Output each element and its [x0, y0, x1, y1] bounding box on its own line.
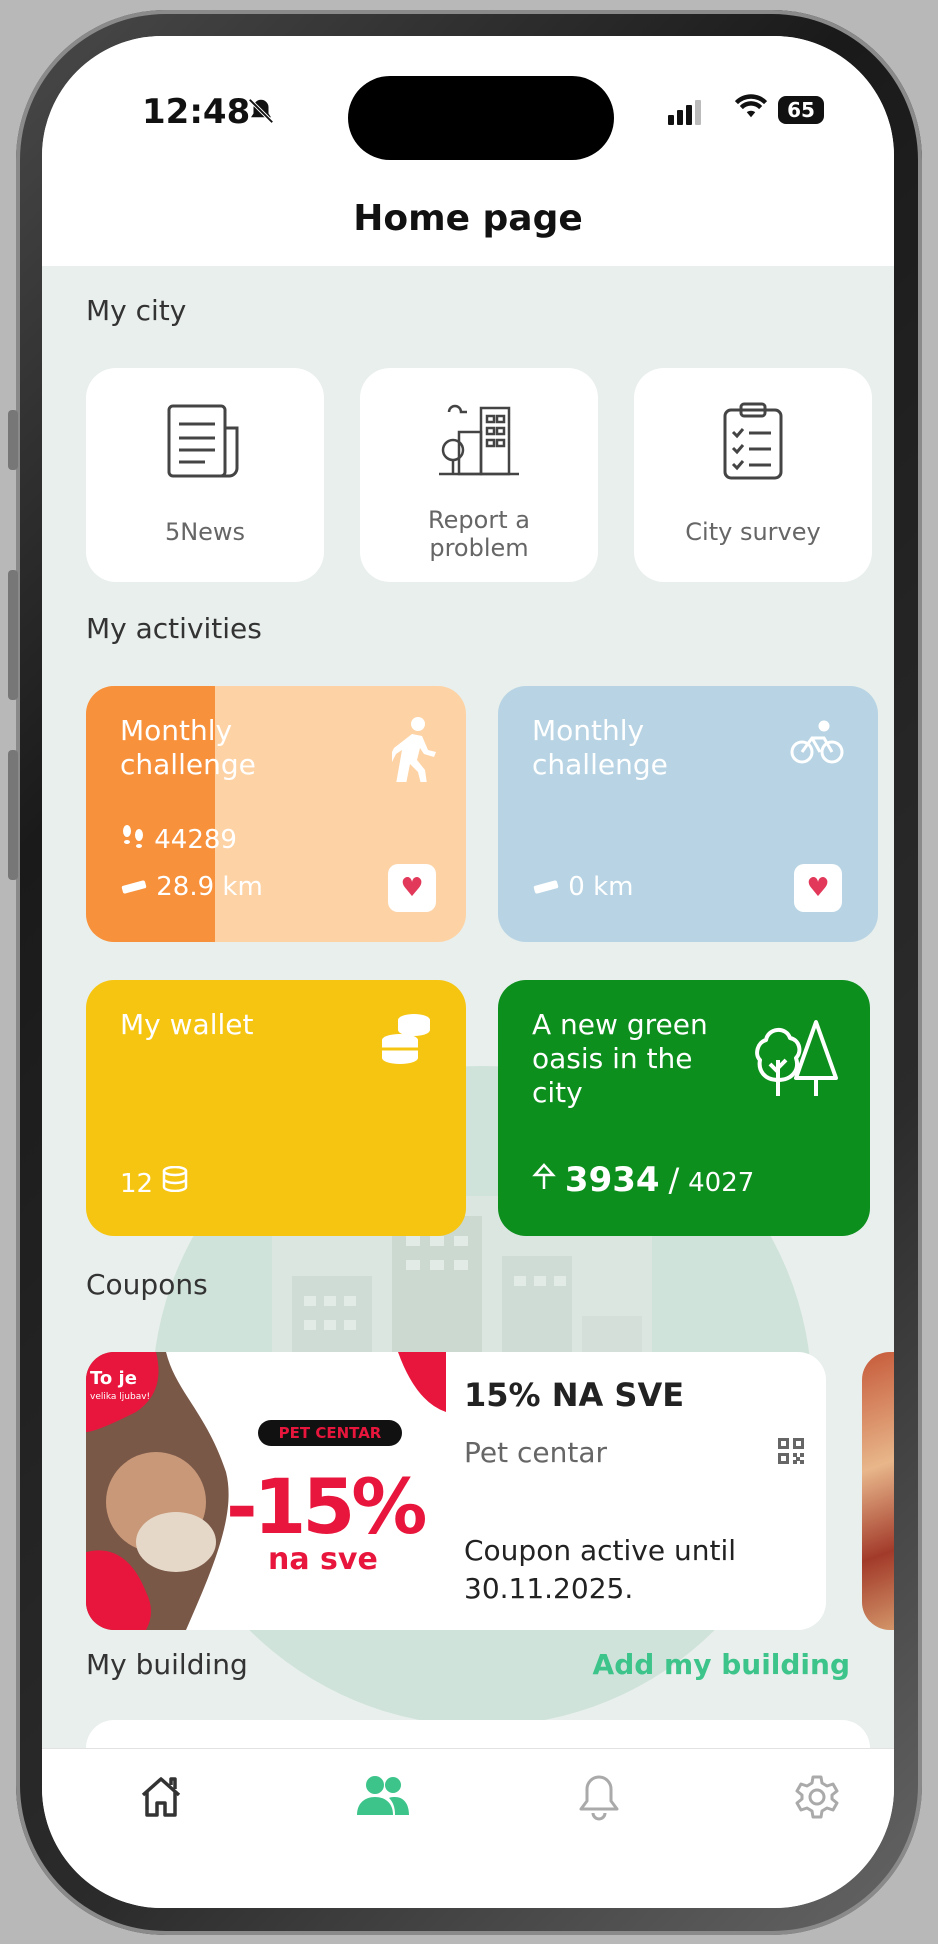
status-bar: 12:48 65 Home page — [42, 36, 894, 266]
side-button-volume-down — [8, 750, 18, 880]
coupon-image: To je velika ljubav! PET CENTAR -15% na … — [86, 1352, 446, 1630]
oasis-progress-row: 3934 / 4027 — [532, 1160, 754, 1200]
tile-5news[interactable]: 5News — [86, 368, 324, 582]
walking-person-icon — [388, 716, 436, 786]
coupon-validity-line2: 30.11.2025. — [464, 1572, 634, 1605]
status-time: 12:48 — [142, 92, 251, 132]
coupon-validity-line1: Coupon active until — [464, 1534, 737, 1567]
side-button-mute — [8, 410, 18, 470]
nav-community[interactable] — [348, 1773, 418, 1833]
tile-label-line2: problem — [429, 534, 529, 562]
coupon-card[interactable]: To je velika ljubav! PET CENTAR -15% na … — [86, 1352, 826, 1630]
footsteps-icon — [120, 825, 154, 855]
walk-distance-row: 28.9 km — [120, 872, 263, 902]
trees-icon — [754, 1016, 840, 1104]
walk-distance-value: 28.9 km — [156, 872, 263, 902]
silent-mode-icon — [246, 96, 276, 133]
bottom-navigation — [42, 1748, 894, 1908]
page-title: Home page — [353, 198, 583, 239]
oasis-title-line3: city — [532, 1076, 583, 1109]
nav-settings[interactable] — [782, 1773, 852, 1833]
oasis-title-line2: oasis in the — [532, 1042, 693, 1075]
oasis-title-line1: A new green — [532, 1008, 708, 1041]
coin-icon — [161, 1165, 189, 1199]
coupon-image-tagline: To je — [90, 1368, 137, 1389]
tile-label-city-survey: City survey — [685, 518, 821, 546]
oasis-target-value: 4027 — [688, 1168, 755, 1198]
newspaper-icon — [86, 398, 324, 488]
wallet-title: My wallet — [120, 1008, 254, 1041]
cycling-title-line2: challenge — [532, 748, 668, 781]
side-button-volume-up — [8, 570, 18, 700]
walking-title-line1: Monthly — [120, 714, 233, 747]
qr-code-icon[interactable] — [776, 1436, 806, 1470]
people-icon — [355, 1773, 411, 1833]
walking-challenge-title: Monthly challenge — [120, 714, 256, 782]
steps-row: 44289 — [120, 824, 237, 855]
clipboard-checklist-icon — [634, 398, 872, 488]
cycling-title-line1: Monthly — [532, 714, 645, 747]
wifi-icon — [734, 88, 768, 129]
coupon-card-next-preview[interactable] — [862, 1352, 894, 1630]
add-my-building-link[interactable]: Add my building — [593, 1648, 850, 1681]
section-title-coupons: Coupons — [86, 1268, 208, 1301]
section-title-my-city: My city — [86, 294, 187, 327]
app-screen: 12:48 65 Home page My city 5News Report … — [42, 36, 894, 1908]
cellular-signal-icon — [668, 100, 704, 125]
tile-city-survey[interactable]: City survey — [634, 368, 872, 582]
wallet-card[interactable]: My wallet 12 — [86, 980, 466, 1236]
pet-centar-logo: PET CENTAR — [258, 1420, 402, 1446]
walking-favorite-heart-icon[interactable]: ♥ — [388, 864, 436, 912]
tile-label-report-problem: Report a problem — [370, 506, 588, 562]
coupon-validity: Coupon active until 30.11.2025. — [464, 1532, 736, 1608]
cycling-favorite-heart-icon[interactable]: ♥ — [794, 864, 842, 912]
nav-notifications[interactable] — [564, 1773, 634, 1833]
section-title-my-building: My building — [86, 1648, 248, 1681]
tile-report-problem[interactable]: Report a problem — [360, 368, 598, 582]
walking-challenge-card[interactable]: Monthly challenge 44289 28.9 km ♥ — [86, 686, 466, 942]
coins-stack-icon — [378, 1010, 436, 1072]
oasis-separator: / — [668, 1161, 680, 1199]
coupon-image-tagline-small: velika ljubav! — [90, 1392, 151, 1402]
gear-icon — [793, 1773, 841, 1833]
tree-sapling-icon — [532, 1163, 565, 1198]
section-title-my-activities: My activities — [86, 612, 262, 645]
green-oasis-title: A new green oasis in the city — [532, 1008, 708, 1110]
green-oasis-card[interactable]: A new green oasis in the city 3934 / 402… — [498, 980, 870, 1236]
bell-icon — [577, 1773, 621, 1833]
city-report-icon — [360, 398, 598, 488]
wallet-amount-row: 12 — [120, 1165, 189, 1199]
wallet-amount: 12 — [120, 1169, 154, 1199]
tile-label-5news: 5News — [164, 518, 246, 546]
cycle-distance-row: 0 km — [532, 872, 633, 902]
ruler-icon — [532, 872, 568, 902]
coupon-vendor: Pet centar — [464, 1436, 608, 1469]
ruler-icon — [120, 872, 156, 902]
walking-title-line2: challenge — [120, 748, 256, 781]
coupon-image-discount: -15% — [226, 1462, 427, 1551]
home-icon — [137, 1773, 185, 1833]
cycling-challenge-title: Monthly challenge — [532, 714, 668, 782]
cycle-distance-value: 0 km — [568, 872, 634, 902]
coupon-title: 15% NA SVE — [464, 1376, 685, 1414]
battery-indicator: 65 — [778, 96, 824, 124]
oasis-current-value: 3934 — [564, 1160, 660, 1200]
tile-label-line1: Report a — [428, 506, 530, 534]
steps-value: 44289 — [154, 825, 237, 855]
nav-home[interactable] — [126, 1773, 196, 1833]
cycling-challenge-card[interactable]: Monthly challenge 0 km ♥ — [498, 686, 878, 942]
coupon-image-discount-sub: na sve — [268, 1542, 378, 1577]
bicycle-icon — [790, 720, 844, 770]
dynamic-island — [348, 76, 614, 160]
